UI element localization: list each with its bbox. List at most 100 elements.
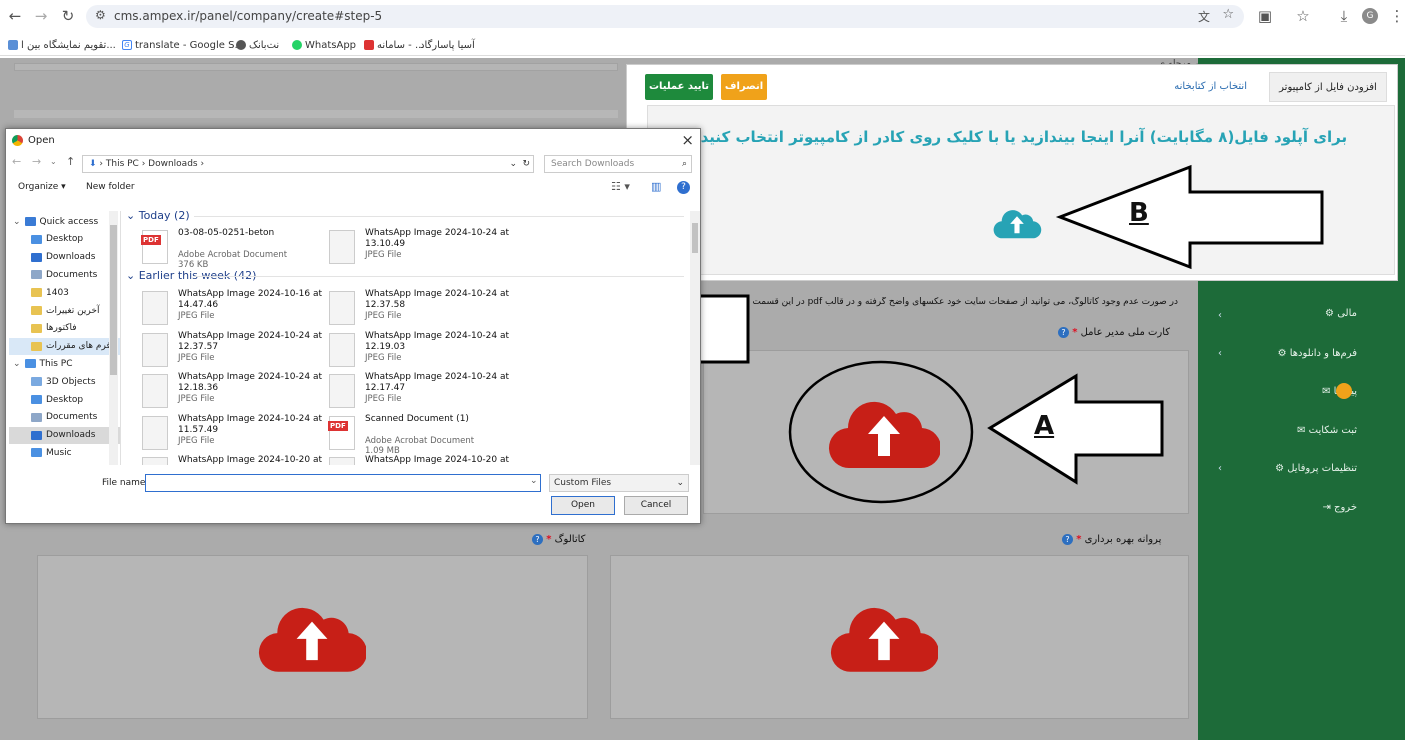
view-options-icon[interactable]: ☷ ▾ (611, 180, 630, 193)
help-icon[interactable]: ? (1058, 327, 1069, 338)
nav-item[interactable]: Documents (9, 409, 120, 426)
file-item[interactable]: PDF Scanned Document (1) Adobe Acrobat Doc… (328, 414, 509, 456)
avatar[interactable]: G (1362, 8, 1378, 24)
file-item[interactable]: WhatsApp Image 2024-10-24 at 12.17.47 JPE… (329, 372, 509, 412)
forward-icon[interactable]: → (30, 6, 52, 26)
chevron-down-icon[interactable]: ⌄ (509, 156, 517, 172)
group-divider (194, 276, 684, 277)
back-icon[interactable]: ← (12, 155, 21, 168)
nav-item[interactable]: Desktop (9, 231, 120, 248)
file-item[interactable]: WhatsApp Image 2024-10-24 at 12.37.58 JPE… (329, 289, 509, 329)
bookmark-item[interactable]: سامانه - ... (364, 37, 425, 53)
message-count-badge (1336, 383, 1352, 399)
forward-icon[interactable]: → (32, 155, 41, 168)
back-icon[interactable]: ← (4, 6, 26, 26)
file-list-scrollbar[interactable] (690, 211, 700, 465)
file-meta: JPEG File (178, 436, 215, 446)
bookmarks-icon[interactable]: ☆ (1292, 6, 1314, 26)
up-icon[interactable]: ↑ (66, 155, 75, 168)
sidebar-item-logout[interactable]: خروج ⇥ (1207, 502, 1357, 520)
chevron-down-icon[interactable]: ⌄ (13, 217, 21, 227)
extensions-icon[interactable]: ▣ (1254, 6, 1276, 26)
bookmark-item[interactable]: WhatsApp (292, 37, 356, 53)
file-name-input[interactable] (145, 474, 541, 492)
file-item[interactable]: WhatsApp Image 2024-10-16 at 14.47.46 JPE… (142, 289, 322, 329)
nav-item[interactable]: فرم های مقررات (9, 337, 120, 355)
breadcrumb[interactable]: ⬇ › This PC › Downloads › ⌄ ↻ (82, 155, 534, 173)
sidebar-item-messages[interactable]: پیام‌ها ✉ (1207, 386, 1357, 404)
upload-dropzone-ceo-card[interactable] (703, 350, 1189, 514)
nav-scrollbar[interactable] (109, 211, 118, 465)
favicon-icon (364, 40, 374, 50)
preview-pane-icon[interactable]: ▥ (651, 180, 661, 193)
tab-computer[interactable]: افزودن فایل از کامپیوتر (1269, 72, 1387, 102)
file-item[interactable]: WhatsApp Image 2024-10-20 at (329, 455, 509, 465)
cloud-upload-icon[interactable] (258, 598, 366, 676)
site-info-icon[interactable]: ⚙ (95, 8, 106, 22)
upload-dropzone[interactable]: برای آپلود فایل(۸ مگابایت) آنرا اینجا بی… (647, 105, 1395, 275)
nav-item[interactable]: ⌄ This PC (9, 355, 120, 372)
nav-item[interactable]: ⌄ Quick access (9, 213, 120, 230)
file-name: WhatsApp Image 2024-10-20 at (178, 455, 323, 465)
file-meta: Adobe Acrobat Document 376 KB (178, 250, 287, 270)
download-icon[interactable]: ⤓ (1333, 6, 1355, 26)
file-name: WhatsApp Image 2024-10-24 at 13.10.49 (365, 228, 510, 249)
cloud-upload-icon[interactable] (828, 392, 940, 472)
nav-item[interactable]: Documents (9, 266, 120, 283)
file-item[interactable]: WhatsApp Image 2024-10-24 at 12.19.03 JPE… (329, 331, 509, 371)
group-today[interactable]: ⌄ Today (2) (126, 209, 190, 222)
nav-item[interactable]: فاکتورها (9, 320, 120, 337)
file-item[interactable]: WhatsApp Image 2024-10-24 at 11.57.49 JPE… (142, 414, 322, 454)
refresh-icon[interactable]: ↻ (522, 156, 530, 172)
dialog-cancel-button[interactable]: Cancel (624, 496, 688, 515)
nav-item-label: Documents (46, 269, 98, 280)
translate-icon[interactable]: 文 (1198, 8, 1210, 25)
group-label: Today (2) (138, 209, 190, 222)
nav-item[interactable]: Downloads (9, 426, 120, 444)
file-type-select[interactable]: Custom Files ⌄ (549, 474, 689, 492)
breadcrumb-item[interactable]: This PC (106, 159, 139, 169)
file-item[interactable]: WhatsApp Image 2024-10-24 at 12.37.57 JPE… (142, 331, 322, 371)
menu-icon[interactable]: ⋮ (1386, 6, 1405, 26)
organize-button[interactable]: Organize ▾ (18, 182, 66, 192)
tab-library[interactable]: انتخاب از کتابخانه (1174, 81, 1247, 92)
cancel-button[interactable]: انصراف (721, 74, 767, 100)
file-item[interactable]: WhatsApp Image 2024-10-24 at 12.18.36 JPE… (142, 372, 322, 412)
sidebar-item-finance[interactable]: مالی ⚙ (1207, 308, 1357, 326)
file-item[interactable]: PDF 03-08-05-0251-beton Adobe Acrobat Docu… (141, 228, 322, 270)
nav-item[interactable]: Music (9, 444, 120, 461)
help-icon[interactable]: ? (1062, 534, 1073, 545)
new-folder-button[interactable]: New folder (86, 182, 135, 192)
nav-item[interactable]: Desktop (9, 391, 120, 408)
cloud-upload-icon[interactable] (830, 598, 938, 676)
file-item[interactable]: WhatsApp Image 2024-10-20 at (142, 455, 322, 465)
nav-item[interactable]: Downloads (9, 249, 120, 266)
close-icon[interactable]: × (681, 131, 694, 149)
bookmark-item[interactable]: نت‌بانک (236, 37, 279, 53)
file-item[interactable]: WhatsApp Image 2024-10-24 at 13.10.49 JPE… (329, 228, 509, 268)
nav-item[interactable]: آخرین تغییرات (9, 302, 120, 319)
chevron-down-icon[interactable]: ⌄ (50, 157, 57, 166)
nav-item[interactable]: 1403 (9, 284, 120, 301)
chevron-down-icon[interactable]: ⌄ (530, 476, 538, 486)
sidebar-item-forms[interactable]: فرم‌ها و دانلودها ⚙ (1207, 348, 1357, 366)
address-bar[interactable]: ⚙ cms.ampex.ir/panel/company/create#step… (86, 5, 1244, 28)
open-button[interactable]: Open (551, 496, 615, 515)
confirm-button[interactable]: تایید عملیات (645, 74, 713, 100)
reload-icon[interactable]: ↻ (57, 6, 79, 26)
sidebar-item-profile[interactable]: تنظیمات پروفایل ⚙ (1207, 463, 1357, 481)
help-icon[interactable]: ? (677, 181, 690, 194)
sidebar-item-complaint[interactable]: ثبت شکایت ✉ (1207, 425, 1357, 443)
chevron-down-icon[interactable]: ⌄ (13, 359, 21, 369)
cloud-upload-icon[interactable] (992, 206, 1042, 240)
help-icon[interactable]: ? (532, 534, 543, 545)
nav-item[interactable]: 3D Objects (9, 373, 120, 390)
chrome-icon (12, 135, 23, 146)
bookmark-star-icon[interactable]: ☆ (1222, 7, 1234, 22)
bookmark-item[interactable]: آسیا پاسارگاد (420, 37, 475, 53)
search-input[interactable]: Search Downloads ⌕ (544, 155, 692, 173)
bookmark-item[interactable]: Gtranslate - Google S... (122, 37, 244, 53)
file-type: JPEG File (178, 435, 215, 446)
bookmark-item[interactable]: تقویم نمایشگاه بین ا... (8, 37, 116, 53)
breadcrumb-item[interactable]: Downloads (148, 159, 197, 169)
